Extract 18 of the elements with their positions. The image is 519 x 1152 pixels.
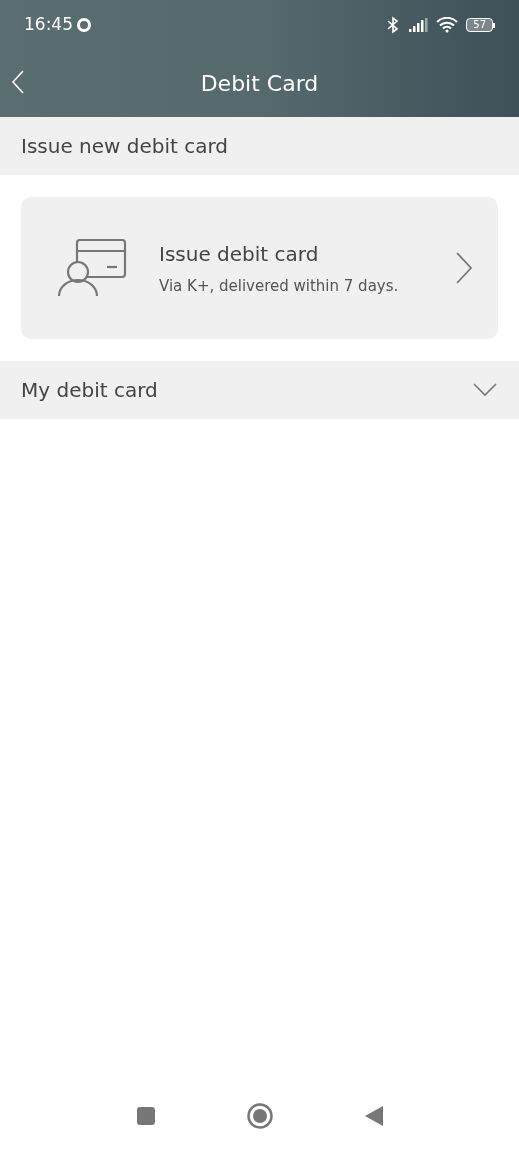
bluetooth-icon (386, 16, 401, 34)
signal-icon (408, 18, 429, 32)
home-button[interactable] (245, 1102, 274, 1130)
section-title: My debit card (21, 377, 158, 404)
chevron-right-icon (456, 252, 472, 284)
issue-card-button[interactable]: Issue debit card Via K+, delivered within 7 days. (21, 197, 498, 339)
ring-icon (76, 17, 92, 33)
battery-indicator: 57 (466, 18, 493, 32)
recents-button[interactable] (135, 1106, 156, 1126)
section-title: Issue new debit card (21, 133, 229, 160)
back-nav-button[interactable] (363, 1105, 384, 1127)
card-title: Issue debit card (159, 240, 320, 268)
status-time: 16:45 (24, 13, 73, 37)
section-header[interactable]: My debit card (0, 361, 519, 419)
person-card-icon (57, 239, 127, 297)
wifi-icon (436, 17, 459, 33)
screen-title: Debit Card (200, 70, 319, 98)
card-subtitle: Via K+, delivered within 7 days. (159, 275, 400, 297)
